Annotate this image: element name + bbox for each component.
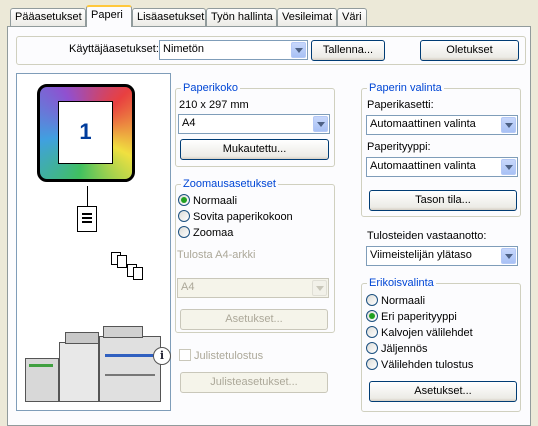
special-settings-button[interactable]: Asetukset... <box>369 381 517 402</box>
output-value: Viimeistelijän ylätaso <box>370 249 472 261</box>
chevron-down-icon[interactable] <box>501 159 516 175</box>
zoom-option-label: Normaali <box>193 195 238 207</box>
page-preview: 1 <box>58 101 113 164</box>
user-settings-value: Nimetön <box>163 43 204 55</box>
tab-watermarks[interactable]: Vesileimat <box>277 8 337 26</box>
print-sheet-combo[interactable]: A4 <box>177 278 329 298</box>
special-option-normal[interactable]: Normaali <box>366 294 426 309</box>
save-button[interactable]: Tallenna... <box>311 40 385 61</box>
tray-status-button[interactable]: Tason tila... <box>369 190 517 211</box>
checkbox-icon <box>179 349 191 362</box>
poster-label: Julistetulostus <box>194 350 264 362</box>
tray-value: Automaattinen valinta <box>370 118 476 130</box>
tab-panel: Käyttäjäasetukset: Nimetön Tallenna... O… <box>7 26 531 426</box>
preview-pane: 1 <box>16 73 171 411</box>
document-icon <box>77 206 97 232</box>
paper-size-title: Paperikoko <box>181 82 241 94</box>
special-option-transparency[interactable]: Kalvojen välilehdet <box>366 326 473 341</box>
paper-type-value: Automaattinen valinta <box>370 160 476 172</box>
chevron-down-icon[interactable] <box>291 42 306 58</box>
zoom-option-label: Zoomaa <box>193 227 234 239</box>
user-settings-label: Käyttäjäasetukset: <box>69 43 159 55</box>
paper-selection-title: Paperin valinta <box>367 82 444 94</box>
print-sheet-value: A4 <box>181 281 195 293</box>
zoom-title: Zoomausasetukset <box>181 178 278 190</box>
tab-advanced[interactable]: Lisäasetukset <box>132 8 206 26</box>
zoom-option-fit[interactable]: Sovita paperikokoon <box>178 210 293 225</box>
chevron-down-icon[interactable] <box>501 248 516 264</box>
output-combo[interactable]: Viimeistelijän ylätaso <box>366 246 518 266</box>
special-option-carbon-copy[interactable]: Jäljennös <box>366 342 428 357</box>
tab-paper[interactable]: Paperi <box>86 5 132 27</box>
custom-size-button[interactable]: Mukautettu... <box>180 139 329 160</box>
paper-size-value: A4 <box>182 117 196 129</box>
poster-settings-button[interactable]: Julisteasetukset... <box>180 372 328 393</box>
copies-icon <box>111 252 147 280</box>
page-preview-frame: 1 <box>37 84 135 182</box>
chevron-down-icon[interactable] <box>312 280 327 296</box>
special-option-label: Eri paperityyppi <box>381 311 457 323</box>
zoom-option-zoom[interactable]: Zoomaa <box>178 226 234 241</box>
special-option-label: Jäljennös <box>381 343 428 355</box>
paper-type-label: Paperityyppi: <box>367 141 431 153</box>
radio-icon <box>178 210 190 223</box>
radio-icon <box>366 342 378 355</box>
paper-type-combo[interactable]: Automaattinen valinta <box>366 157 518 177</box>
tab-job-handling[interactable]: Työn hallinta <box>206 8 277 26</box>
zoom-option-label: Sovita paperikokoon <box>193 211 293 223</box>
special-option-label: Välilehden tulostus <box>381 359 474 371</box>
radio-selected-icon <box>366 310 378 323</box>
special-option-label: Kalvojen välilehdet <box>381 327 473 339</box>
tray-label: Paperikasetti: <box>367 99 434 111</box>
info-icon[interactable]: i <box>153 347 171 365</box>
special-option-label: Normaali <box>381 295 426 307</box>
radio-icon <box>366 326 378 339</box>
zoom-option-normal[interactable]: Normaali <box>178 194 238 209</box>
special-title: Erikoisvalinta <box>367 277 436 289</box>
defaults-button[interactable]: Oletukset <box>420 40 519 61</box>
tab-color[interactable]: Väri <box>337 8 367 26</box>
tray-combo[interactable]: Automaattinen valinta <box>366 115 518 135</box>
radio-icon <box>178 226 190 239</box>
poster-checkbox[interactable]: Julistetulostus <box>179 349 264 364</box>
paper-size-combo[interactable]: A4 <box>178 114 330 134</box>
connector-line <box>87 186 88 206</box>
chevron-down-icon[interactable] <box>313 116 328 132</box>
radio-selected-icon <box>178 194 190 207</box>
tab-basic[interactable]: Pääasetukset <box>10 8 86 26</box>
special-option-different-paper[interactable]: Eri paperityyppi <box>366 310 457 325</box>
special-option-tab-print[interactable]: Välilehden tulostus <box>366 358 474 373</box>
user-settings-combo[interactable]: Nimetön <box>159 40 308 60</box>
chevron-down-icon[interactable] <box>501 117 516 133</box>
radio-icon <box>366 294 378 307</box>
output-label: Tulosteiden vastaanotto: <box>367 230 487 242</box>
zoom-settings-button[interactable]: Asetukset... <box>180 309 328 330</box>
print-sheet-label: Tulosta A4-arkki <box>177 249 256 261</box>
printer-icon <box>25 324 165 406</box>
paper-dimensions: 210 x 297 mm <box>179 99 249 111</box>
radio-icon <box>366 358 378 371</box>
